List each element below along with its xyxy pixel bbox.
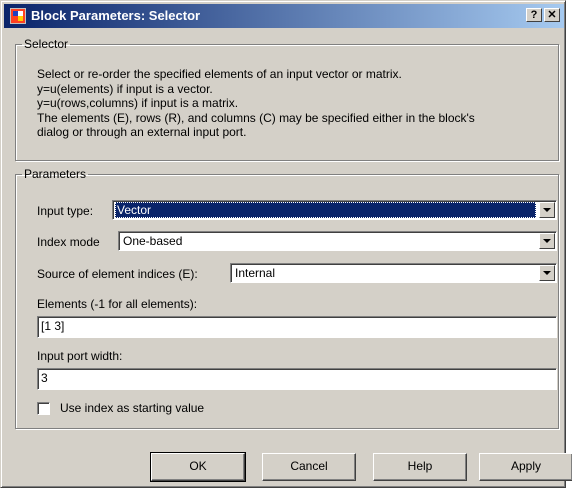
description-line: y=u(elements) if input is a vector. <box>37 81 213 96</box>
description-line: Select or re-order the specified element… <box>37 67 402 81</box>
input-type-dropdown[interactable]: Vector <box>112 200 557 220</box>
chevron-down-icon[interactable] <box>539 202 555 218</box>
input-port-width-input[interactable]: 3 <box>37 368 557 390</box>
description-line: y=u(rows,columns) if input is a matrix. <box>37 96 239 110</box>
source-indices-dropdown[interactable]: Internal <box>230 263 557 283</box>
input-type-label: Input type: <box>37 204 94 218</box>
source-indices-label: Source of element indices (E): <box>37 267 198 281</box>
title-bar[interactable]: Block Parameters: Selector ? ✕ <box>4 4 564 28</box>
help-button[interactable]: Help <box>373 453 467 481</box>
input-type-value: Vector <box>115 202 536 218</box>
chevron-down-icon[interactable] <box>539 265 555 281</box>
use-index-checkbox[interactable] <box>37 402 50 415</box>
index-mode-label: Index mode <box>37 235 100 249</box>
help-question-icon[interactable]: ? <box>526 8 542 22</box>
cancel-button[interactable]: Cancel <box>262 453 356 481</box>
chevron-down-icon[interactable] <box>539 233 555 249</box>
block-parameters-dialog: Block Parameters: Selector ? ✕ Selector … <box>0 0 572 488</box>
use-index-checkbox-label[interactable]: Use index as starting value <box>60 401 204 415</box>
apply-button[interactable]: Apply <box>479 453 572 481</box>
elements-label: Elements (-1 for all elements): <box>37 297 198 311</box>
index-mode-dropdown[interactable]: One-based <box>118 231 557 251</box>
block-description: Select or re-order the specified element… <box>37 67 552 140</box>
close-icon[interactable]: ✕ <box>544 8 560 22</box>
description-line: The elements (E), rows (R), and columns … <box>37 110 475 125</box>
window-title: Block Parameters: Selector <box>31 8 201 23</box>
selector-group-legend: Selector <box>24 37 69 51</box>
parameters-group-legend: Parameters <box>24 167 87 181</box>
index-mode-value: One-based <box>123 234 183 248</box>
simulink-block-icon <box>10 8 26 24</box>
elements-input[interactable]: [1 3] <box>37 316 557 338</box>
description-line: dialog or through an external input port… <box>37 125 247 139</box>
source-indices-value: Internal <box>235 266 276 280</box>
input-port-width-label: Input port width: <box>37 349 123 363</box>
ok-button[interactable]: OK <box>150 452 246 482</box>
